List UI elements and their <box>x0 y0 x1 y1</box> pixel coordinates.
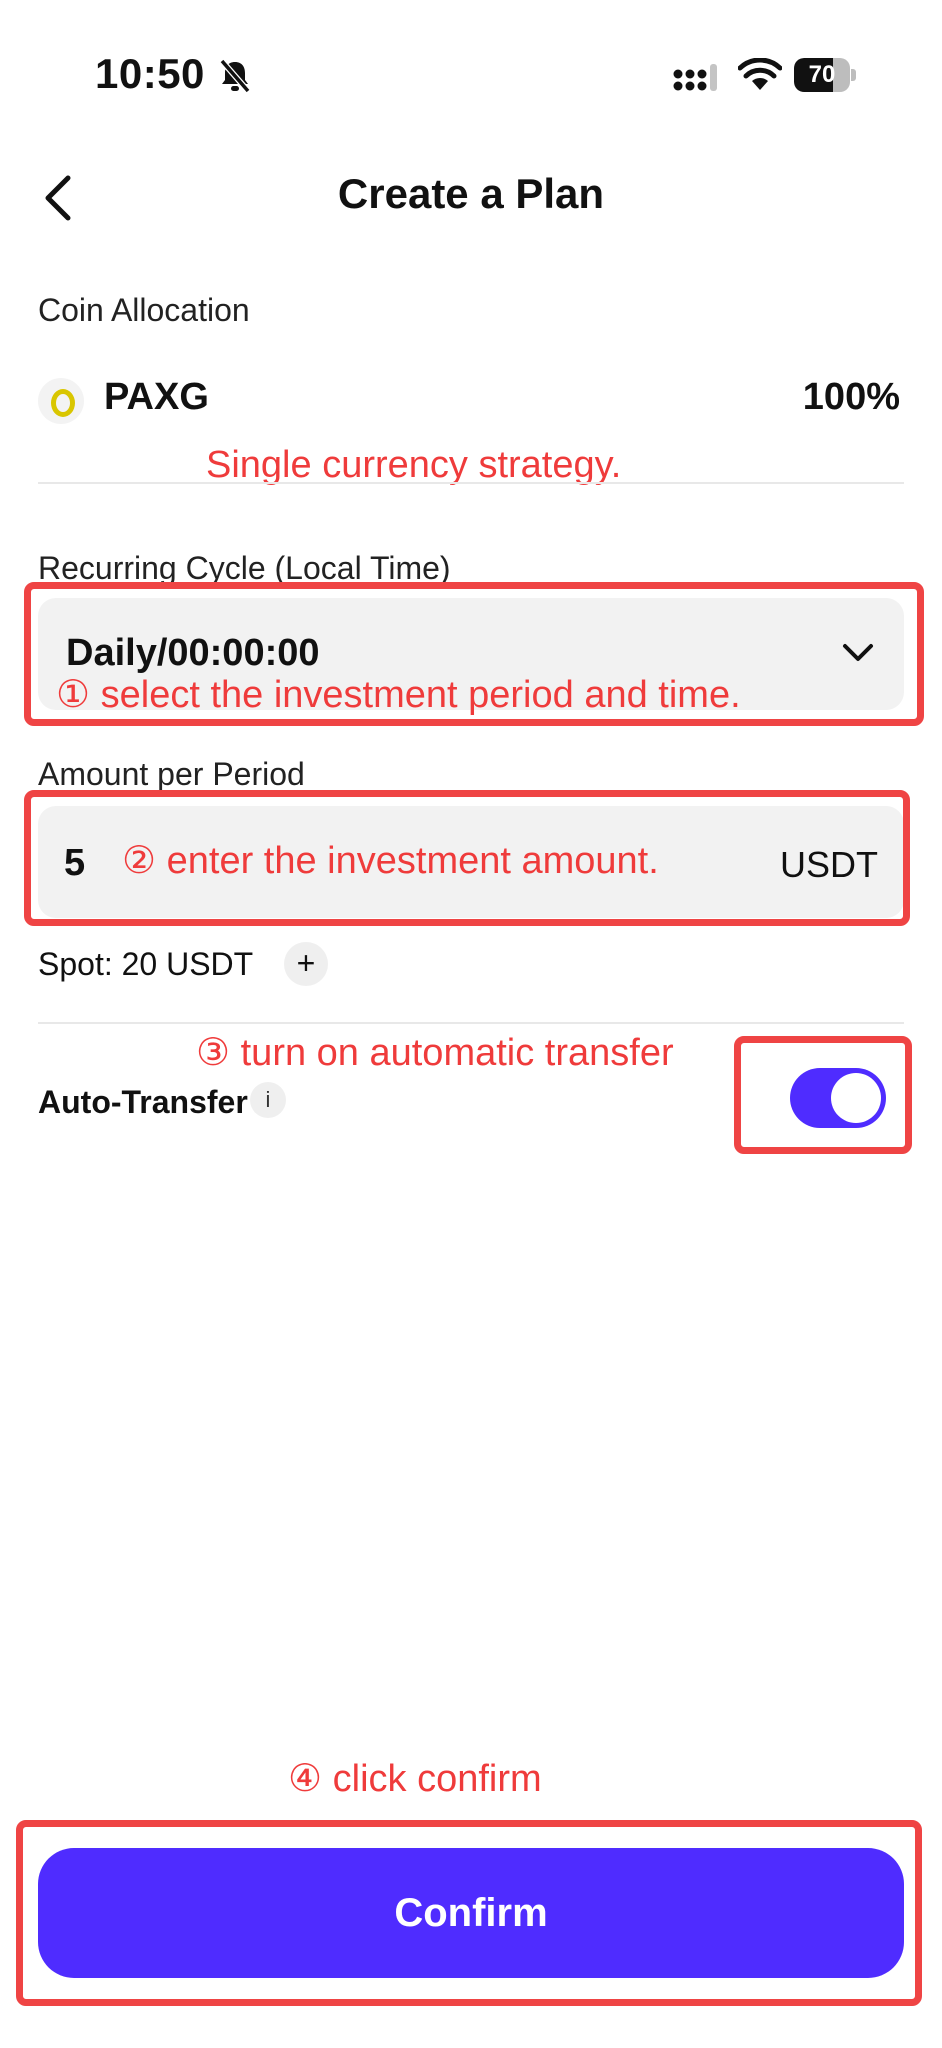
battery-icon: 70 <box>794 58 856 92</box>
info-icon[interactable]: i <box>250 1082 286 1118</box>
annotation-step4: ④ click confirm <box>288 1758 542 1800</box>
page-title: Create a Plan <box>337 170 605 217</box>
wifi-icon <box>738 58 782 90</box>
annotation-box-confirm <box>16 1820 922 2006</box>
divider <box>38 482 904 484</box>
amount-label: Amount per Period <box>38 756 305 792</box>
coin-allocation-label: Coin Allocation <box>38 292 250 328</box>
annotation-box-amount <box>24 790 910 926</box>
bell-muted-icon <box>219 59 251 93</box>
battery-level: 70 <box>808 61 836 88</box>
status-time: 10:50 <box>95 50 205 97</box>
cellular-signal-icon <box>673 64 717 91</box>
add-spot-button[interactable]: + <box>284 942 328 986</box>
annotation-step3: ③ turn on automatic transfer <box>196 1032 674 1074</box>
annotation-box-cycle <box>24 582 924 726</box>
spot-balance: Spot: 20 USDT <box>38 946 254 982</box>
annotation-box-toggle <box>734 1036 912 1154</box>
coin-name: PAXG <box>104 376 209 418</box>
coin-percent: 100% <box>802 376 900 418</box>
annotation-strategy: Single currency strategy. <box>206 444 622 486</box>
auto-transfer-label: Auto-Transfer <box>38 1084 248 1120</box>
divider <box>38 1022 904 1024</box>
paxg-coin-icon <box>38 378 84 424</box>
